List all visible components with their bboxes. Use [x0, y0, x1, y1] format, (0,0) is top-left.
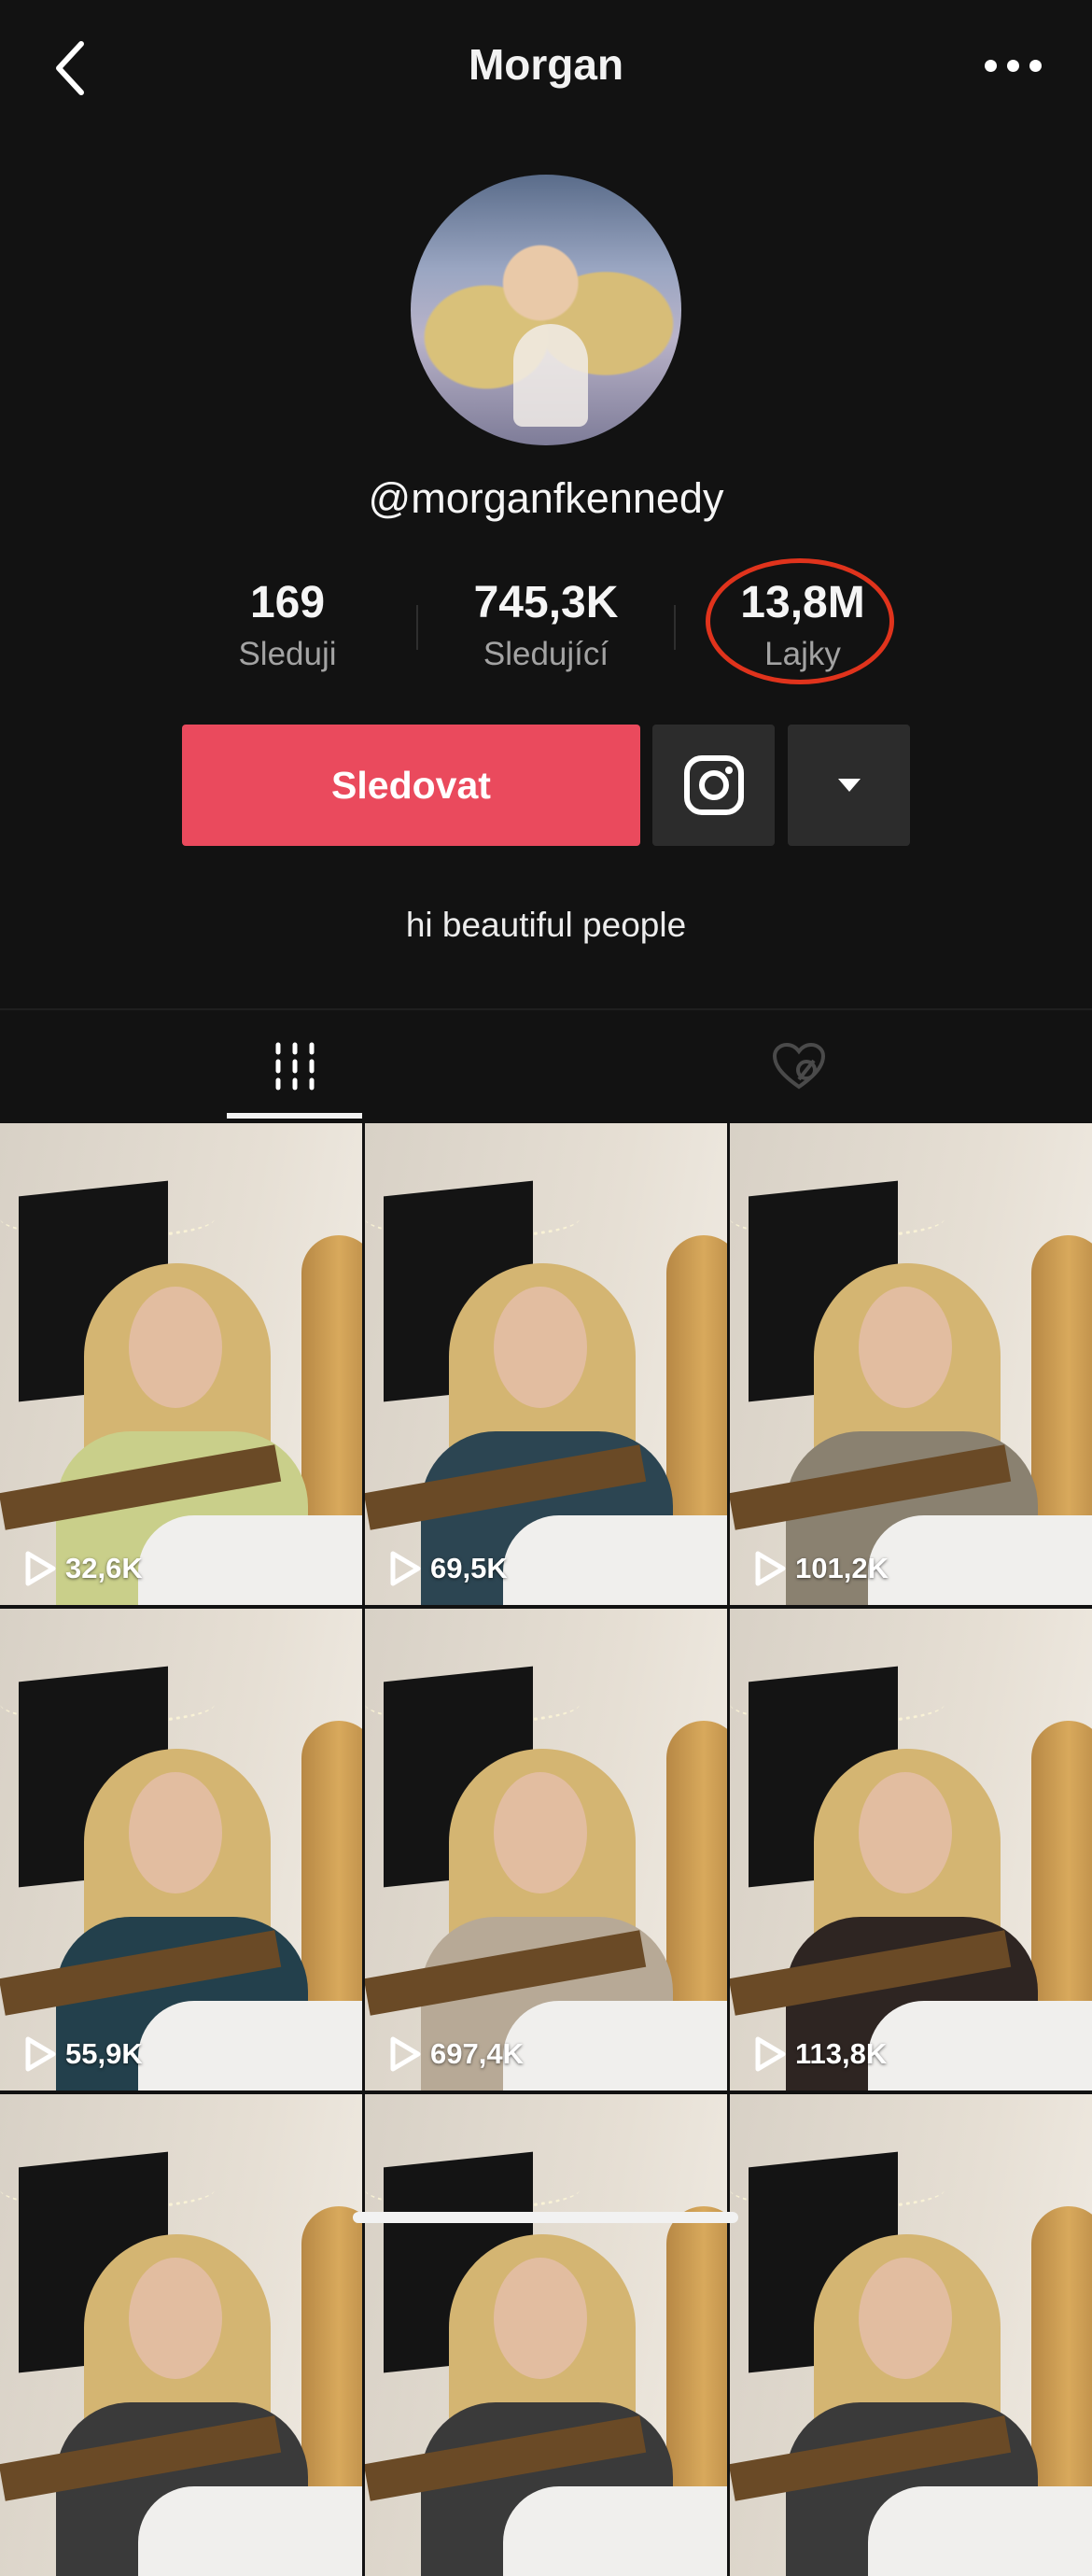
- person-legs: [138, 2001, 362, 2090]
- caret-down-icon: [837, 779, 861, 792]
- view-count-value: 55,9K: [65, 2037, 143, 2070]
- person-legs: [868, 1515, 1092, 1605]
- video-thumbnail[interactable]: [365, 2094, 727, 2576]
- person-face: [859, 1772, 952, 1893]
- person-face: [129, 1772, 222, 1893]
- page-title: Morgan: [468, 40, 624, 89]
- more-options-button[interactable]: [971, 37, 1055, 93]
- person-legs: [138, 2486, 362, 2576]
- play-icon: [25, 2036, 56, 2072]
- video-grid: 32,6K 69,5K 101,2K 55,9K 697,4K 113,8K: [0, 1123, 1092, 2576]
- view-count: 113,8K: [754, 2036, 887, 2072]
- view-count-value: 32,6K: [65, 1552, 143, 1584]
- video-thumbnail[interactable]: [730, 2094, 1092, 2576]
- view-count-value: 697,4K: [430, 2037, 524, 2070]
- view-count: 697,4K: [389, 2036, 524, 2072]
- highlight-circle-annotation: [706, 558, 894, 684]
- profile-tabs: [0, 1008, 1092, 1122]
- profile-header: Morgan: [0, 0, 1092, 135]
- stat-divider: [674, 605, 676, 650]
- play-icon: [390, 1551, 421, 1586]
- play-icon: [25, 1551, 56, 1586]
- stat-divider: [416, 605, 418, 650]
- tab-videos[interactable]: [227, 1010, 362, 1122]
- suggested-accounts-dropdown[interactable]: [788, 725, 910, 846]
- view-count: 32,6K: [24, 1551, 143, 1586]
- view-count-value: 113,8K: [795, 2037, 888, 2070]
- person-face: [494, 1772, 587, 1893]
- heart-hidden-icon: [772, 1042, 825, 1090]
- person-face: [129, 1287, 222, 1408]
- username: @morganfkennedy: [368, 474, 724, 522]
- video-thumbnail[interactable]: 101,2K: [730, 1123, 1092, 1605]
- video-thumbnail[interactable]: 113,8K: [730, 1609, 1092, 2090]
- stat-followers-label: Sledující: [483, 636, 609, 672]
- video-thumbnail[interactable]: [0, 2094, 362, 2576]
- person-face: [129, 2258, 222, 2379]
- grid-bars-icon: [275, 1042, 314, 1091]
- stat-following[interactable]: 169 Sleduji: [175, 577, 399, 674]
- instagram-button[interactable]: [652, 725, 775, 846]
- person-face: [859, 1287, 952, 1408]
- follow-button[interactable]: Sledovat: [182, 725, 640, 846]
- instagram-icon: [683, 755, 744, 815]
- stat-followers-value: 745,3K: [473, 578, 619, 627]
- avatar[interactable]: [411, 175, 681, 445]
- video-thumbnail[interactable]: 697,4K: [365, 1609, 727, 2090]
- video-thumbnail[interactable]: 55,9K: [0, 1609, 362, 2090]
- stat-following-label: Sleduji: [238, 636, 337, 672]
- stat-following-value: 169: [249, 578, 326, 627]
- person-legs: [503, 2486, 727, 2576]
- person-legs: [503, 1515, 727, 1605]
- profile-bio: hi beautiful people: [405, 906, 687, 944]
- person-legs: [868, 2001, 1092, 2090]
- person-legs: [868, 2486, 1092, 2576]
- more-horizontal-icon: [984, 59, 997, 72]
- play-icon: [755, 2036, 786, 2072]
- play-icon: [755, 1551, 786, 1586]
- person-legs: [503, 2001, 727, 2090]
- tab-liked-videos[interactable]: [731, 1010, 866, 1122]
- video-thumbnail[interactable]: 69,5K: [365, 1123, 727, 1605]
- person-face: [859, 2258, 952, 2379]
- play-icon: [390, 2036, 421, 2072]
- view-count: 55,9K: [24, 2036, 143, 2072]
- active-tab-indicator: [227, 1113, 362, 1119]
- view-count: 101,2K: [754, 1551, 889, 1586]
- stat-followers[interactable]: 745,3K Sledující: [434, 577, 658, 674]
- video-thumbnail[interactable]: 32,6K: [0, 1123, 362, 1605]
- home-indicator[interactable]: [353, 2212, 738, 2223]
- person-legs: [138, 1515, 362, 1605]
- view-count: 69,5K: [389, 1551, 508, 1586]
- view-count-value: 101,2K: [795, 1552, 889, 1584]
- person-face: [494, 2258, 587, 2379]
- view-count-value: 69,5K: [430, 1552, 508, 1584]
- person-face: [494, 1287, 587, 1408]
